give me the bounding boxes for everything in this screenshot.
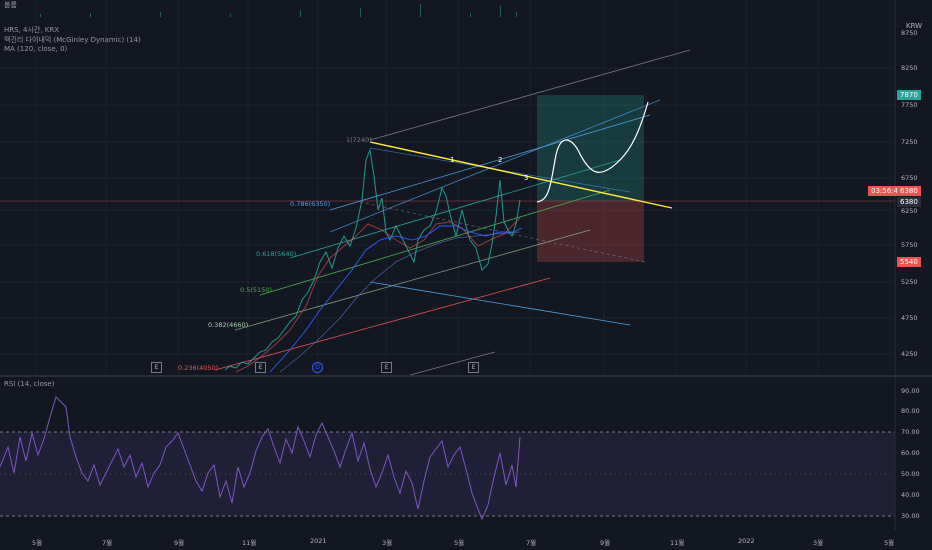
earnings-marker[interactable]: E — [381, 362, 392, 373]
rsi-pane[interactable]: RSI (14, close) 90.00 80.00 70.00 60.00 … — [0, 377, 932, 530]
price-tick: 8250 — [901, 64, 918, 72]
legend-symbol[interactable]: HRS, 4시간, KRX — [4, 25, 59, 35]
time-tick: 2021 — [310, 537, 327, 545]
fib-label: 1(7240) — [346, 136, 372, 144]
price-chart-pane[interactable]: 볼륨 HRS, 4시간, KRX 맥긴리 다이내믹 (McGinley Dyna… — [0, 0, 932, 375]
time-tick: 3월 — [382, 539, 393, 547]
long-position-stop-zone[interactable] — [537, 201, 644, 262]
dividend-marker[interactable]: D — [312, 362, 323, 373]
time-tick: 9월 — [600, 539, 611, 547]
price-tick: 6750 — [901, 174, 918, 182]
time-axis[interactable]: 5월 7월 9월 11월 2021 3월 5월 7월 9월 11월 2022 3… — [0, 530, 932, 550]
rsi-canvas[interactable] — [0, 377, 932, 530]
fib-label: 0.236(4050) — [178, 364, 219, 372]
fib-label: 0.618(5640) — [256, 250, 297, 258]
time-tick: 7월 — [526, 539, 537, 547]
fib-label: 0.5(5150) — [240, 286, 272, 294]
last-price-tag-secondary: 6380 — [897, 197, 921, 207]
time-tick: 9월 — [174, 539, 185, 547]
price-tick: 7750 — [901, 101, 918, 109]
price-tick: 4750 — [901, 314, 918, 322]
rsi-tick: 70.00 — [901, 428, 920, 436]
legend-ma[interactable]: MA (120, close, 0) — [4, 45, 67, 53]
rsi-tick: 50.00 — [901, 470, 920, 478]
fib-label: 0.382(4660) — [208, 321, 249, 329]
wave-label-2: 2 — [498, 156, 503, 164]
target-price-tag: 7870 — [897, 90, 921, 100]
earnings-marker[interactable]: E — [468, 362, 479, 373]
volume-label: 볼륨 — [4, 1, 17, 9]
earnings-marker[interactable]: E — [255, 362, 266, 373]
wave-label-1: 1 — [450, 156, 455, 164]
price-tick: 8750 — [901, 29, 918, 37]
rsi-tick: 90.00 — [901, 387, 920, 395]
time-tick: 5월 — [454, 539, 465, 547]
time-tick: 7월 — [102, 539, 113, 547]
time-tick: 11월 — [670, 539, 685, 547]
price-chart-canvas[interactable] — [0, 0, 932, 375]
rsi-tick: 30.00 — [901, 512, 920, 520]
rsi-legend[interactable]: RSI (14, close) — [4, 380, 54, 388]
price-grid — [0, 0, 895, 375]
time-tick: 2022 — [738, 537, 755, 545]
price-tick: 6250 — [901, 207, 918, 215]
price-tick: 5750 — [901, 241, 918, 249]
rsi-tick: 80.00 — [901, 407, 920, 415]
price-tick: 4250 — [901, 350, 918, 358]
fib-label: 0.786(6350) — [290, 200, 331, 208]
earnings-marker[interactable]: E — [151, 362, 162, 373]
wave-label-3: 3 — [524, 174, 529, 182]
legend-mcginley[interactable]: 맥긴리 다이내믹 (McGinley Dynamic) (14) — [4, 35, 141, 45]
rsi-tick: 40.00 — [901, 491, 920, 499]
rsi-tick: 60.00 — [901, 449, 920, 457]
time-tick: 5월 — [884, 539, 895, 547]
mcginley-dynamic-line — [269, 225, 523, 373]
last-price-tag: 6380 — [897, 186, 921, 196]
price-tick: 5250 — [901, 278, 918, 286]
time-tick: 3월 — [813, 539, 824, 547]
stop-price-tag: 5540 — [897, 257, 921, 267]
time-tick: 5월 — [32, 539, 43, 547]
time-tick: 11월 — [242, 539, 257, 547]
volume-bars — [40, 4, 517, 17]
price-tick: 7250 — [901, 138, 918, 146]
